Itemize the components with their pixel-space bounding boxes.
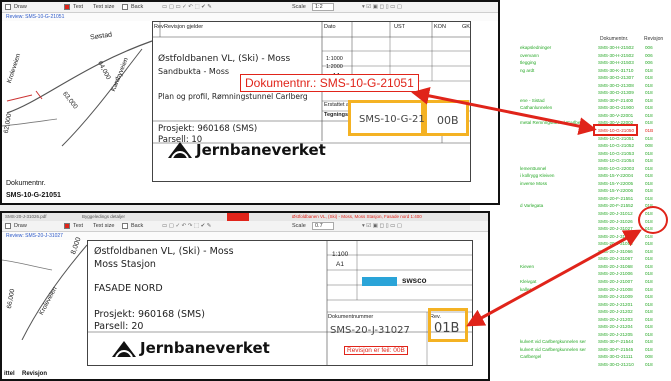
arrow-docnum-to-list [411, 86, 597, 136]
annotation-arrows [411, 86, 642, 327]
composite-screenshot: Dokumentnr. Revisjon ekapsledninger SMS-3… [0, 0, 671, 381]
arrow-revision-to-list [466, 229, 642, 327]
